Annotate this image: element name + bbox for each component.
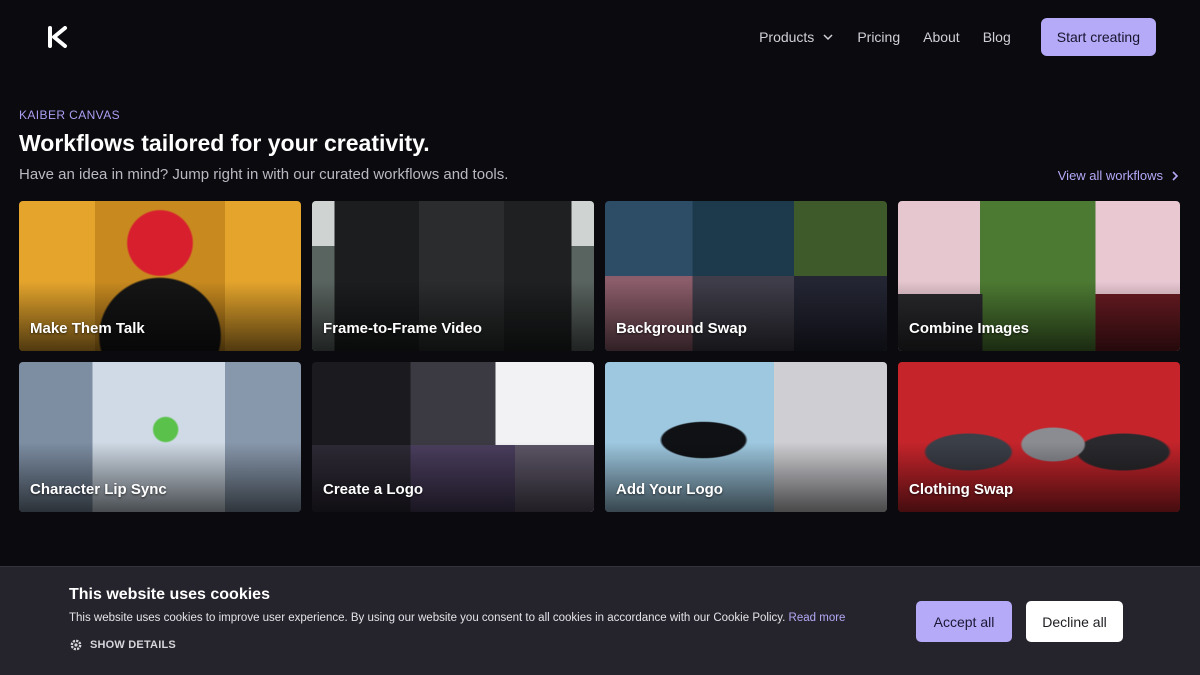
card-label: Frame-to-Frame Video xyxy=(323,320,482,337)
card-shade xyxy=(605,281,887,351)
kaiber-logo-icon[interactable] xyxy=(48,26,68,48)
workflow-grid: Make Them Talk Frame-to-Frame Video Back… xyxy=(19,201,1180,512)
card-label: Create a Logo xyxy=(323,481,424,498)
workflow-card-character-lip-sync[interactable]: Character Lip Sync xyxy=(19,362,301,512)
show-details-label: SHOW DETAILS xyxy=(90,639,176,651)
nav-blog[interactable]: Blog xyxy=(983,29,1011,45)
nav-pricing[interactable]: Pricing xyxy=(857,29,900,45)
workflow-card-background-swap[interactable]: Background Swap xyxy=(605,201,887,351)
card-label: Make Them Talk xyxy=(30,320,145,337)
view-all-workflows-link[interactable]: View all workflows xyxy=(1058,168,1179,183)
section-eyebrow: KAIBER CANVAS xyxy=(19,108,121,122)
decline-all-button[interactable]: Decline all xyxy=(1026,601,1123,642)
read-more-link[interactable]: Read more xyxy=(789,612,846,624)
nav-links: Products Pricing About Blog Start creati… xyxy=(759,18,1156,56)
section-subtitle: Have an idea in mind? Jump right in with… xyxy=(19,166,509,183)
card-label: Background Swap xyxy=(616,320,747,337)
card-shade xyxy=(312,281,594,351)
gear-icon xyxy=(70,639,82,651)
cookie-banner: This website uses cookies This website u… xyxy=(0,566,1200,675)
card-shade xyxy=(19,442,301,512)
show-details-toggle[interactable]: SHOW DETAILS xyxy=(69,638,176,652)
cookie-body: This website uses cookies to improve use… xyxy=(69,612,786,624)
workflow-card-combine-images[interactable]: Combine Images xyxy=(898,201,1180,351)
workflow-card-add-your-logo[interactable]: Add Your Logo xyxy=(605,362,887,512)
card-shade xyxy=(898,442,1180,512)
chevron-down-icon xyxy=(823,34,833,41)
cookie-text: This website uses cookies to improve use… xyxy=(69,612,845,624)
top-nav: Products Pricing About Blog Start creati… xyxy=(0,0,1200,76)
nav-products[interactable]: Products xyxy=(759,29,834,45)
card-label: Combine Images xyxy=(909,320,1030,337)
card-label: Clothing Swap xyxy=(909,481,1014,498)
section-title: Workflows tailored for your creativity. xyxy=(19,130,430,156)
chevron-right-icon xyxy=(1172,170,1179,181)
card-label: Add Your Logo xyxy=(616,481,723,498)
card-shade xyxy=(605,442,887,512)
cookie-title: This website uses cookies xyxy=(69,586,270,603)
card-shade xyxy=(898,281,1180,351)
nav-about[interactable]: About xyxy=(923,29,960,45)
card-shade xyxy=(312,442,594,512)
workflow-card-make-them-talk[interactable]: Make Them Talk xyxy=(19,201,301,351)
workflow-card-frame-to-frame-video[interactable]: Frame-to-Frame Video xyxy=(312,201,594,351)
card-label: Character Lip Sync xyxy=(30,481,167,498)
workflow-card-clothing-swap[interactable]: Clothing Swap xyxy=(898,362,1180,512)
workflow-card-create-a-logo[interactable]: Create a Logo xyxy=(312,362,594,512)
card-shade xyxy=(19,281,301,351)
view-all-label: View all workflows xyxy=(1057,168,1163,183)
start-creating-button[interactable]: Start creating xyxy=(1040,18,1156,56)
accept-all-button[interactable]: Accept all xyxy=(916,601,1012,642)
nav-products-label: Products xyxy=(759,29,815,45)
